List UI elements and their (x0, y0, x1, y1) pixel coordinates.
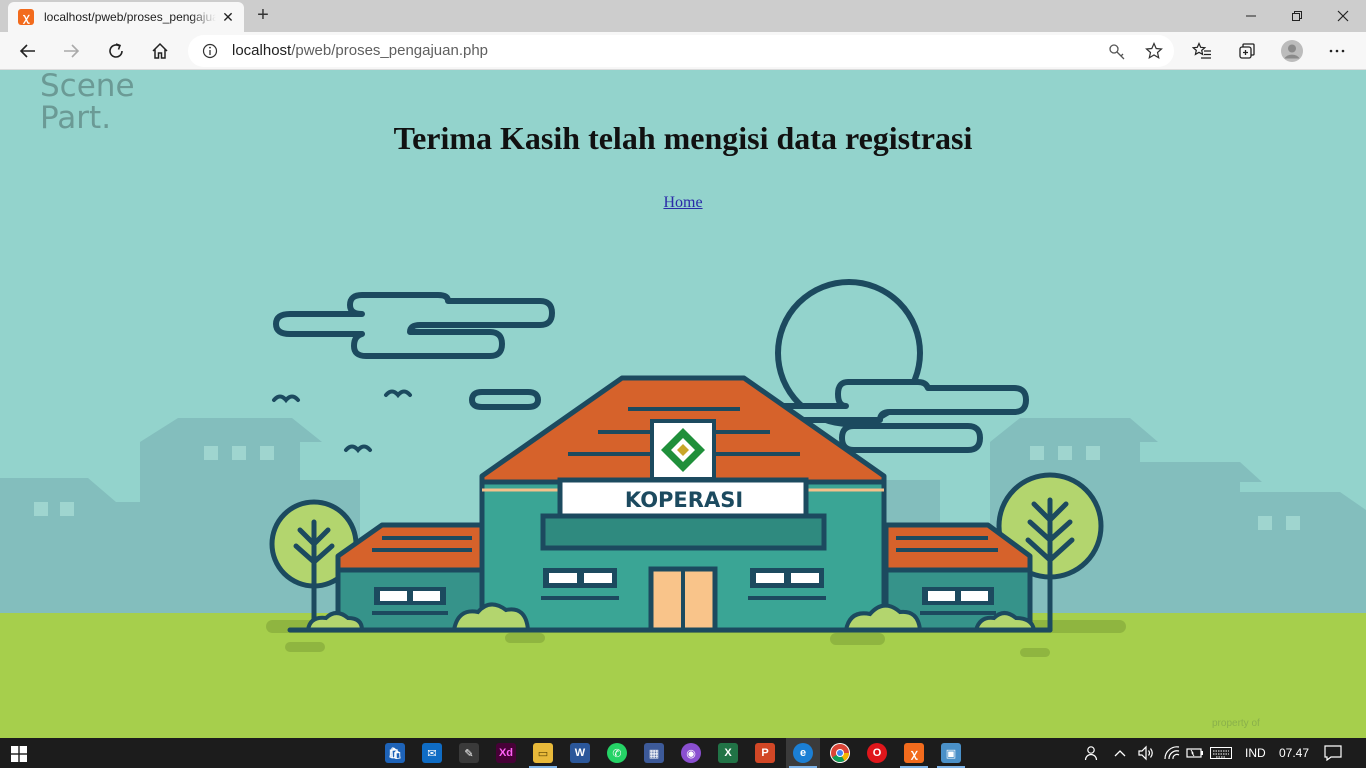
refresh-button[interactable] (101, 36, 131, 66)
more-icon (1329, 49, 1345, 53)
control-panel-icon[interactable]: ▣ (941, 743, 961, 763)
minimize-button[interactable] (1228, 0, 1274, 32)
powerpoint-icon[interactable]: P (755, 743, 775, 763)
new-tab-button[interactable]: + (252, 4, 274, 26)
page-content: KOPERASI Scene Part. Terima Kasih telah … (0, 70, 1366, 738)
twitch-icon[interactable]: ◉ (681, 743, 701, 763)
language-indicator[interactable]: IND (1245, 738, 1266, 768)
tab-strip: ꭓ localhost/pweb/proses_pengajuan.php ✕ … (0, 0, 1366, 32)
star-icon[interactable] (1145, 42, 1163, 60)
whatsapp-icon[interactable]: ✆ (607, 743, 627, 763)
avatar-icon (1281, 40, 1303, 62)
wifi-icon[interactable] (1163, 738, 1181, 768)
building-sign: KOPERASI (625, 488, 743, 512)
browser-toolbar: localhost/pweb/proses_pengajuan.php (0, 32, 1366, 70)
refresh-icon (109, 43, 123, 58)
profile-button[interactable] (1277, 36, 1307, 66)
xd-icon[interactable]: Xd (496, 743, 516, 763)
word-icon[interactable]: W (570, 743, 590, 763)
volume-icon[interactable] (1137, 738, 1155, 768)
xampp-icon: ꭓ (18, 9, 34, 25)
clock[interactable]: 07.47 (1279, 738, 1309, 768)
store-icon[interactable]: 🛍 (385, 743, 405, 763)
pen-icon[interactable]: ✎ (459, 743, 479, 763)
people-icon[interactable] (1084, 738, 1100, 768)
edge-icon[interactable]: e (793, 743, 813, 763)
keyboard-icon[interactable] (1210, 738, 1232, 768)
home-link[interactable]: Home (663, 194, 702, 211)
page-title: Terima Kasih telah mengisi data registra… (393, 120, 973, 156)
forward-button[interactable] (56, 36, 86, 66)
collections-icon (1239, 43, 1255, 59)
notifications-icon[interactable] (1324, 738, 1342, 768)
favorites-button[interactable] (1187, 36, 1217, 66)
file-explorer-icon[interactable]: ▭ (533, 743, 553, 763)
home-button[interactable] (145, 36, 175, 66)
windows-start-button[interactable] (11, 746, 27, 767)
mail-icon[interactable]: ✉ (422, 743, 442, 763)
info-icon[interactable] (202, 43, 218, 59)
collections-button[interactable] (1232, 36, 1262, 66)
url-text[interactable]: localhost/pweb/proses_pengajuan.php (232, 42, 488, 59)
home-icon (152, 42, 168, 59)
key-icon[interactable] (1108, 43, 1126, 61)
taskbar: 🛍 ✉ ✎ Xd ▭ W ✆ ▦ ◉ X P e O ꭓ ▣ IND 07.47 (0, 738, 1366, 768)
favorites-icon (1192, 42, 1211, 59)
xampp-icon[interactable]: ꭓ (904, 743, 924, 763)
koperasi-illustration: KOPERASI (0, 279, 1366, 738)
forward-arrow-icon (64, 44, 80, 58)
excel-icon[interactable]: X (718, 743, 738, 763)
restore-button[interactable] (1274, 0, 1320, 32)
opera-icon[interactable]: O (867, 743, 887, 763)
chrome-icon[interactable] (830, 743, 850, 763)
close-tab-icon[interactable]: ✕ (220, 9, 236, 26)
close-window-button[interactable] (1320, 0, 1366, 32)
browser-tab[interactable]: ꭓ localhost/pweb/proses_pengajuan.php ✕ (8, 2, 244, 32)
chevron-up-icon[interactable] (1114, 738, 1126, 768)
windows-logo-icon (11, 746, 27, 762)
address-bar[interactable]: localhost/pweb/proses_pengajuan.php (188, 35, 1174, 67)
back-arrow-icon (19, 44, 35, 58)
more-menu-button[interactable] (1322, 36, 1352, 66)
back-button[interactable] (13, 36, 43, 66)
tab-title: localhost/pweb/proses_pengajuan.php (44, 10, 216, 24)
battery-icon[interactable] (1186, 738, 1204, 768)
calendar-icon[interactable]: ▦ (644, 743, 664, 763)
credit-text: property of (1212, 718, 1260, 729)
